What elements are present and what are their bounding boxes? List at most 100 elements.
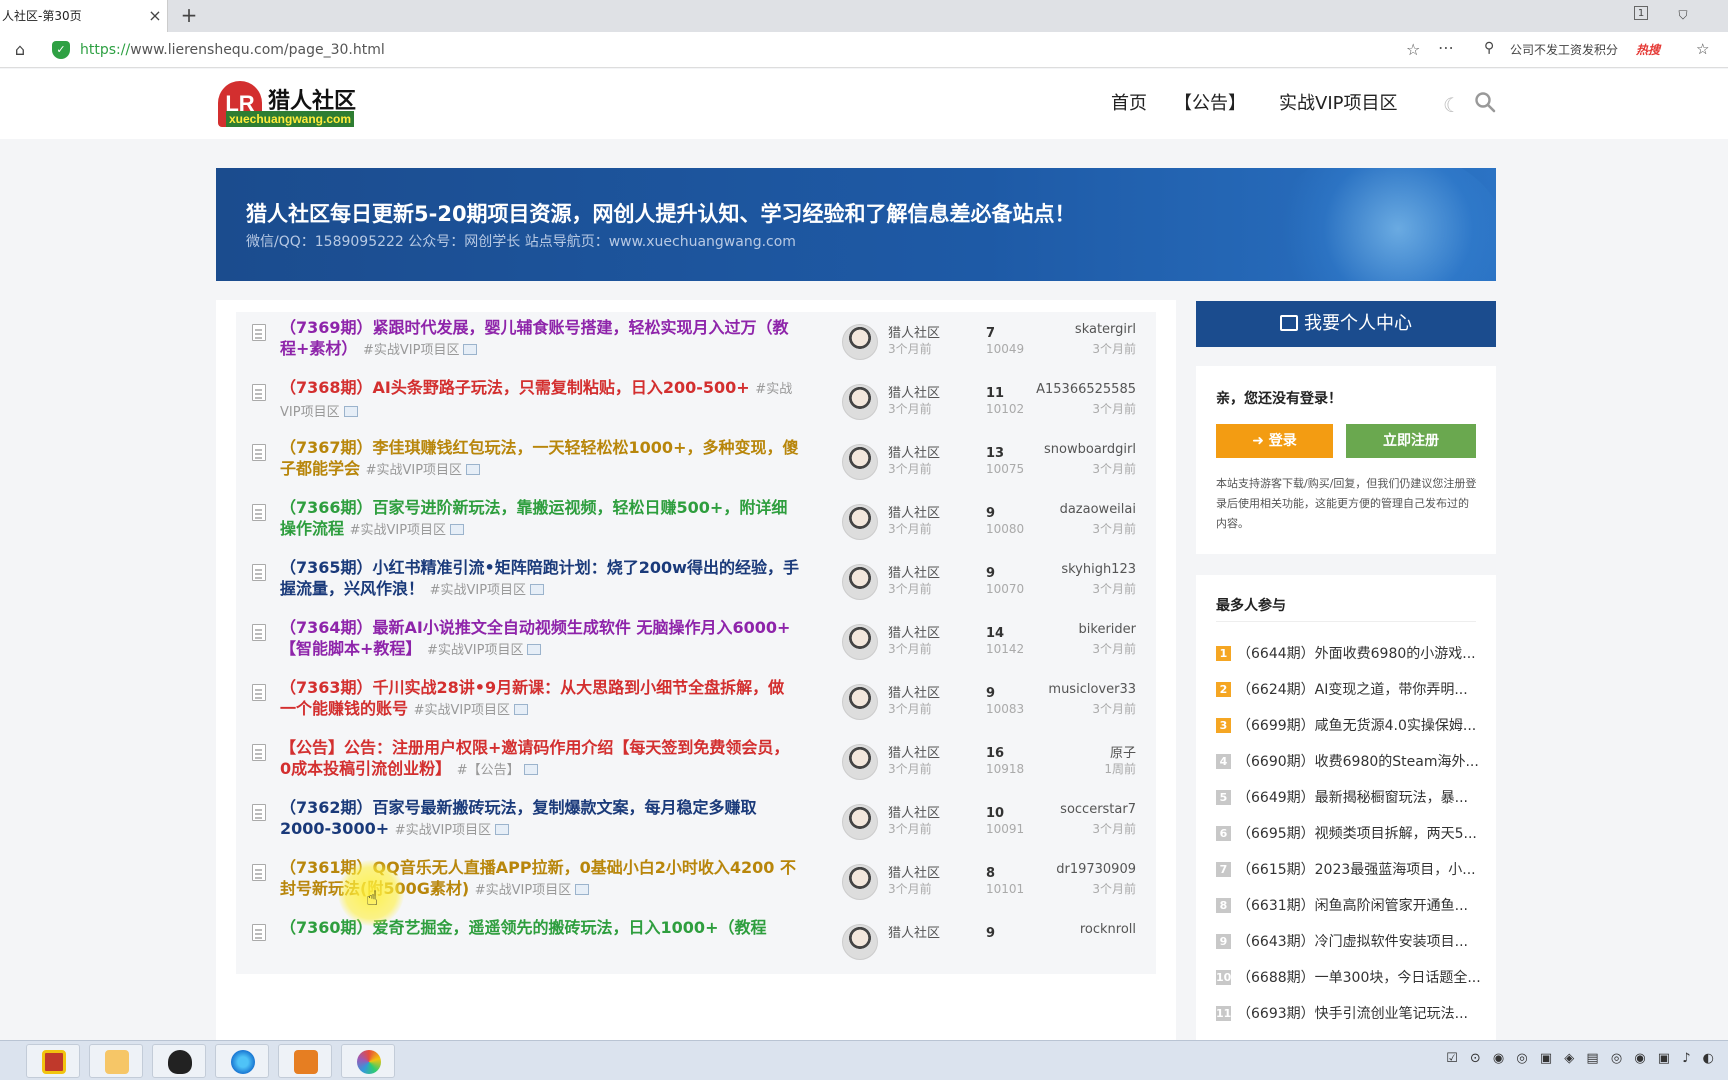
moon-icon[interactable]: ☾	[1443, 93, 1461, 117]
login-button[interactable]: ➜ 登录	[1216, 424, 1333, 458]
table-row[interactable]: （7362期）百家号最新搬砖玩法，复制爆款文案，每月稳定多赚取2000-3000…	[236, 792, 1156, 854]
topic-title-link[interactable]: （7364期）最新AI小说推文全自动视频生成软件 无脑操作月入6000+【智能脚…	[280, 617, 800, 661]
last-reply-user[interactable]: rocknroll	[1080, 922, 1136, 937]
topic-title-link[interactable]: （7368期）AI头条野路子玩法，只需复制粘贴，日入200-500+ #实战VI…	[280, 377, 800, 423]
list-item[interactable]: 3 （6699期）咸鱼无货源4.0实操保姆...	[1216, 715, 1486, 737]
author-name[interactable]: 猎人社区	[888, 862, 940, 881]
taskbar-app[interactable]	[152, 1044, 206, 1078]
system-tray[interactable]: ☑ ⊙ ◉ ◎ ▣ ◈ ▤ ◎ ◉ ▣ ♪ ◐	[1446, 1051, 1718, 1071]
topic-tag[interactable]: #实战VIP项目区	[366, 463, 462, 478]
avatar[interactable]	[842, 384, 878, 420]
avatar[interactable]	[842, 444, 878, 480]
table-row[interactable]: （7367期）李佳琪赚钱红包玩法，一天轻轻松松1000+，多种变现，傻子都能学会…	[236, 432, 1156, 494]
avatar[interactable]	[842, 864, 878, 900]
star-icon[interactable]: ☆	[1406, 40, 1420, 59]
more-icon[interactable]: ⋯	[1438, 38, 1454, 57]
list-item[interactable]: 5 （6649期）最新揭秘橱窗玩法，暴...	[1216, 787, 1486, 809]
nav-home[interactable]: 首页	[1111, 69, 1147, 139]
topic-tag[interactable]: #实战VIP项目区	[363, 343, 459, 358]
table-row[interactable]: （7366期）百家号进阶新玩法，靠搬运视频，轻松日赚500+，附详细操作流程 #…	[236, 492, 1156, 554]
table-row[interactable]: （7365期）小红书精准引流•矩阵陪跑计划：烧了200w得出的经验，手握流量，兴…	[236, 552, 1156, 614]
site-logo[interactable]: LR 猎人社区 xuechuangwang.com	[218, 81, 366, 129]
last-reply-user[interactable]: skatergirl	[1075, 322, 1136, 337]
topic-tag[interactable]: #实战VIP项目区	[414, 703, 510, 718]
list-item[interactable]: 1 （6644期）外面收费6980的小游戏...	[1216, 643, 1486, 665]
topic-title-link[interactable]: （7367期）李佳琪赚钱红包玩法，一天轻轻松松1000+，多种变现，傻子都能学会…	[280, 437, 800, 481]
nav-vip-zone[interactable]: 实战VIP项目区	[1279, 69, 1397, 139]
last-reply-user[interactable]: skyhigh123	[1061, 562, 1136, 577]
topic-title-link[interactable]: （7363期）千川实战28讲•9月新课：从大思路到小细节全盘拆解，做一个能赚钱的…	[280, 677, 800, 721]
author-name[interactable]: 猎人社区	[888, 562, 940, 581]
table-row[interactable]: 【公告】公告：注册用户权限+邀请码作用介绍【每天签到免费领会员，0成本投稿引流创…	[236, 732, 1156, 794]
shirt-icon[interactable]: ⛉	[1674, 6, 1692, 24]
list-item[interactable]: 8 （6631期）闲鱼高阶闲管家开通鱼...	[1216, 895, 1486, 917]
last-reply-user[interactable]: soccerstar7	[1060, 802, 1136, 817]
list-item[interactable]: 2 （6624期）AI变现之道，带你弄明...	[1216, 679, 1486, 701]
topic-title-link[interactable]: （7362期）百家号最新搬砖玩法，复制爆款文案，每月稳定多赚取2000-3000…	[280, 797, 800, 841]
last-reply-user[interactable]: dazaoweilai	[1060, 502, 1136, 517]
list-item[interactable]: 10 （6688期）一单300块，今日话题全...	[1216, 967, 1486, 989]
avatar[interactable]	[842, 324, 878, 360]
search-icon[interactable]	[1474, 91, 1496, 113]
topic-tag[interactable]: #实战VIP项目区	[427, 643, 523, 658]
topic-title: （7363期）千川实战28讲•9月新课：从大思路到小细节全盘拆解，做一个能赚钱的…	[280, 678, 785, 718]
list-item[interactable]: 4 （6690期）收费6980的Steam海外...	[1216, 751, 1486, 773]
topic-tag[interactable]: #实战VIP项目区	[350, 523, 446, 538]
nav-announcement[interactable]: 【公告】	[1174, 69, 1246, 139]
register-button[interactable]: 立即注册	[1346, 424, 1476, 458]
topic-tag[interactable]: #实战VIP项目区	[395, 823, 491, 838]
last-reply-user[interactable]: snowboardgirl	[1044, 442, 1136, 457]
author-name[interactable]: 猎人社区	[888, 442, 940, 461]
list-item[interactable]: 6 （6695期）视频类项目拆解，两天5...	[1216, 823, 1486, 845]
table-row[interactable]: （7364期）最新AI小说推文全自动视频生成软件 无脑操作月入6000+【智能脚…	[236, 612, 1156, 674]
taskbar-app[interactable]	[341, 1044, 395, 1078]
avatar[interactable]	[842, 624, 878, 660]
taskbar-app[interactable]	[278, 1044, 332, 1078]
avatar[interactable]	[842, 744, 878, 780]
search-icon[interactable]: ⚲	[1484, 40, 1494, 56]
author-name[interactable]: 猎人社区	[888, 742, 940, 761]
user-center-button[interactable]: 我要个人中心	[1196, 301, 1496, 347]
taskbar-app[interactable]	[26, 1044, 80, 1078]
topic-title-link[interactable]: （7365期）小红书精准引流•矩阵陪跑计划：烧了200w得出的经验，手握流量，兴…	[280, 557, 800, 601]
author-name[interactable]: 猎人社区	[888, 322, 940, 341]
avatar[interactable]	[842, 684, 878, 720]
topic-title-link[interactable]: 【公告】公告：注册用户权限+邀请码作用介绍【每天签到免费领会员，0成本投稿引流创…	[280, 737, 800, 781]
table-row[interactable]: （7363期）千川实战28讲•9月新课：从大思路到小细节全盘拆解，做一个能赚钱的…	[236, 672, 1156, 734]
last-reply-user[interactable]: dr19730909	[1056, 862, 1136, 877]
list-item[interactable]: 11 （6693期）快手引流创业笔记玩法...	[1216, 1003, 1486, 1025]
topic-title-link[interactable]: （7369期）紧跟时代发展，婴儿辅食账号搭建，轻松实现月入过万（教程+素材） #…	[280, 317, 800, 361]
author-name[interactable]: 猎人社区	[888, 682, 940, 701]
author-name[interactable]: 猎人社区	[888, 802, 940, 821]
list-item[interactable]: 7 （6615期）2023最强蓝海项目，小...	[1216, 859, 1486, 881]
author-name[interactable]: 猎人社区	[888, 622, 940, 641]
author-name[interactable]: 猎人社区	[888, 502, 940, 521]
avatar[interactable]	[842, 504, 878, 540]
avatar[interactable]	[842, 804, 878, 840]
avatar[interactable]	[842, 564, 878, 600]
taskbar-app[interactable]	[89, 1044, 143, 1078]
avatar[interactable]	[842, 924, 878, 960]
last-reply-user[interactable]: 原子	[1110, 742, 1136, 761]
new-tab-icon[interactable]: +	[178, 0, 200, 32]
window-count-icon[interactable]: 1	[1634, 6, 1648, 20]
topic-tag[interactable]: #实战VIP项目区	[430, 583, 526, 598]
close-icon[interactable]: ×	[146, 0, 164, 32]
taskbar-app[interactable]	[215, 1044, 269, 1078]
last-reply-user[interactable]: musiclover33	[1048, 682, 1136, 697]
last-reply-user[interactable]: A15366525585	[1036, 382, 1136, 397]
browser-tab[interactable]: 人社区-第30页	[0, 0, 168, 32]
table-row[interactable]: （7369期）紧跟时代发展，婴儿辅食账号搭建，轻松实现月入过万（教程+素材） #…	[236, 312, 1156, 374]
topic-title-link[interactable]: （7366期）百家号进阶新玩法，靠搬运视频，轻松日赚500+，附详细操作流程 #…	[280, 497, 800, 541]
last-reply-user[interactable]: bikerider	[1079, 622, 1136, 637]
url-field[interactable]: https://www.lierenshequ.com/page_30.html	[80, 32, 385, 68]
author-name[interactable]: 猎人社区	[888, 382, 940, 401]
list-item[interactable]: 9 （6643期）冷门虚拟软件安装项目...	[1216, 931, 1486, 953]
author-name[interactable]: 猎人社区	[888, 922, 940, 941]
table-row[interactable]: （7368期）AI头条野路子玩法，只需复制粘贴，日入200-500+ #实战VI…	[236, 372, 1156, 434]
hot-search-text[interactable]: 公司不发工资发积分	[1510, 32, 1618, 68]
topic-tag[interactable]: #实战VIP项目区	[475, 883, 571, 898]
topic-tag[interactable]: #【公告】	[457, 763, 520, 778]
favorites-icon[interactable]: ☆	[1696, 40, 1709, 58]
home-icon[interactable]: ⌂	[10, 40, 30, 60]
